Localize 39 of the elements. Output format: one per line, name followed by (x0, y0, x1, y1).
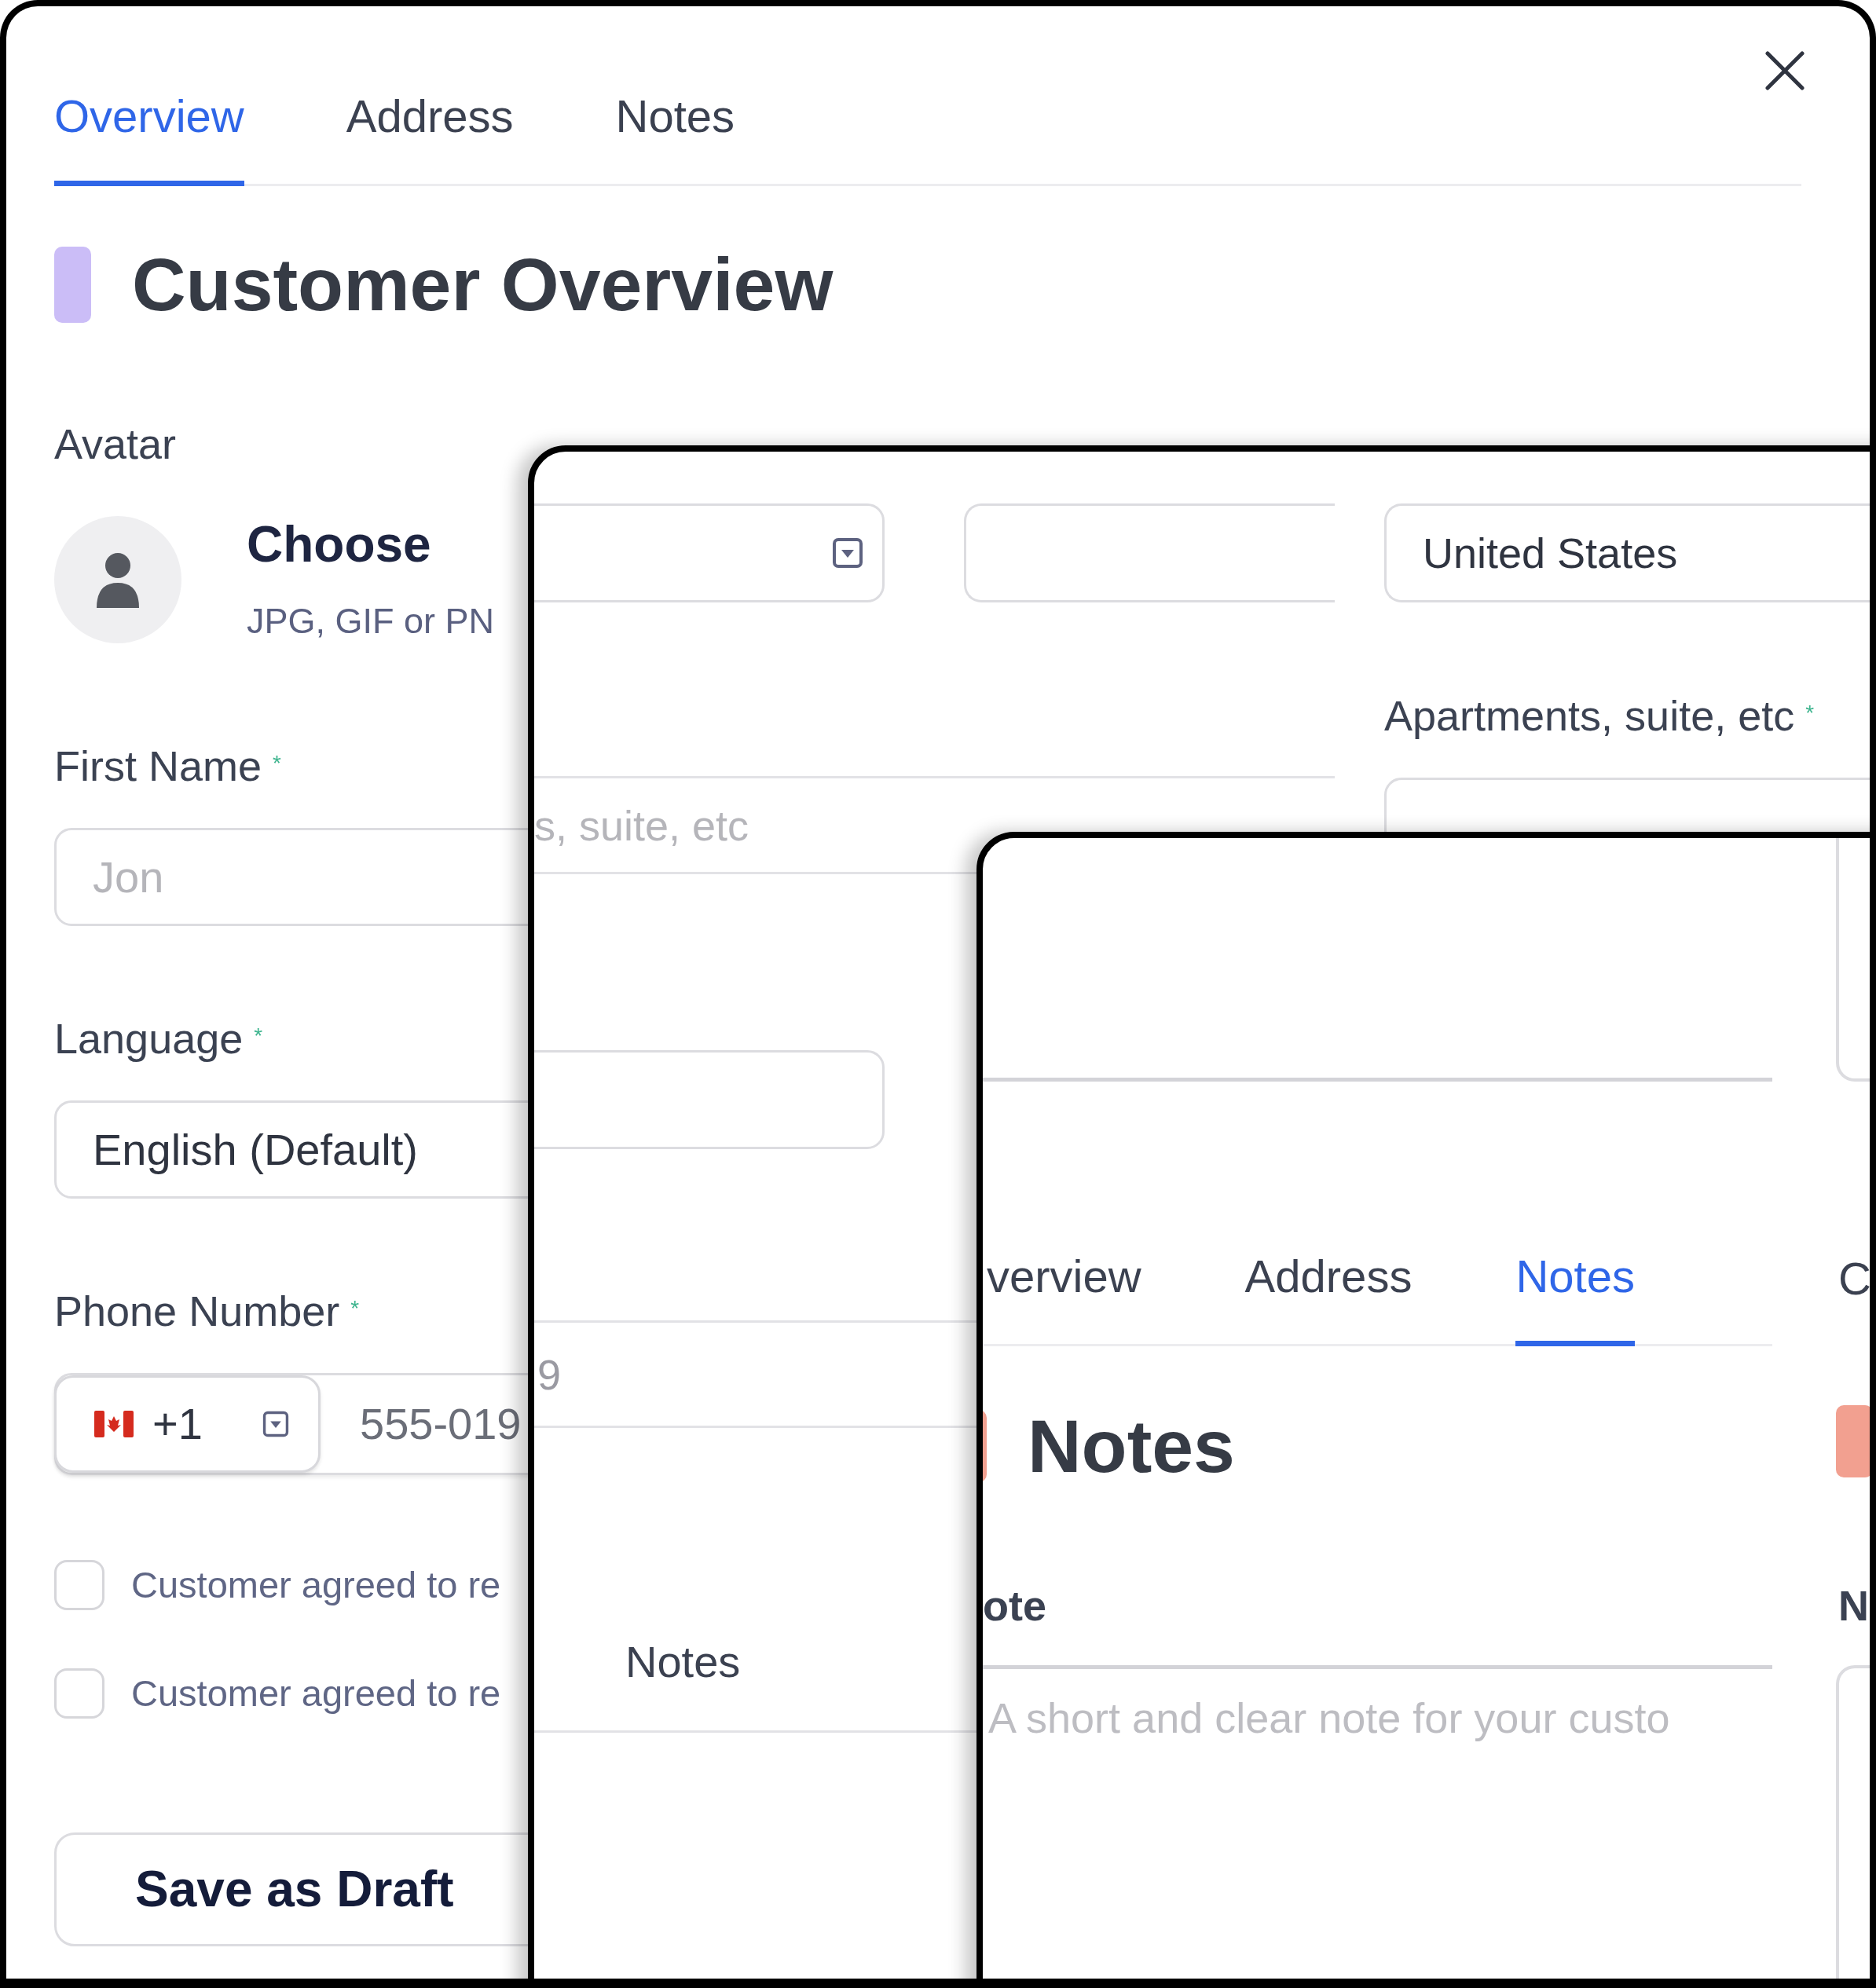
field-label: ote (983, 1580, 1046, 1630)
section-title: Customer Overview (132, 243, 834, 326)
choose-link[interactable]: Choose (247, 517, 495, 573)
field-label: First Name (54, 741, 262, 790)
tab[interactable]: verview (987, 1250, 1141, 1346)
close-icon[interactable] (1763, 49, 1807, 93)
country-code-select[interactable]: +1 (54, 1375, 321, 1473)
tab[interactable]: C (1838, 1253, 1870, 1349)
tab[interactable]: Notes (1515, 1250, 1635, 1346)
field-label: Phone Number (54, 1286, 340, 1335)
phone-number-field[interactable]: 555-019 (321, 1398, 792, 1450)
field-label: Language (54, 1013, 244, 1063)
tab[interactable]: Overview (54, 90, 244, 186)
field-label: N (1838, 1580, 1869, 1630)
required-mark: * (273, 752, 281, 774)
field-label: Avatar (54, 419, 177, 468)
required-mark: * (254, 1024, 263, 1047)
checkbox[interactable] (54, 1668, 104, 1719)
checkbox[interactable] (54, 1559, 104, 1610)
country-field[interactable]: United States (1384, 503, 1870, 602)
region-field[interactable] (964, 503, 1335, 602)
person-icon (95, 551, 141, 608)
file-type-hint: JPG, GIF or PN (247, 600, 495, 642)
select-field[interactable] (534, 503, 885, 602)
required-mark: * (350, 1297, 360, 1320)
tab[interactable]: Notes (615, 90, 735, 186)
tab[interactable]: Address (346, 90, 514, 186)
flag-icon (94, 1410, 134, 1437)
checkbox-label: Customer agreed to re (131, 1563, 501, 1607)
input-field[interactable] (534, 1050, 885, 1149)
checkbox-label: Customer agreed to re (131, 1671, 501, 1715)
dropdown-icon (832, 537, 863, 569)
list-item[interactable]: Notes (625, 1636, 741, 1687)
dropdown-icon (262, 1410, 289, 1437)
note-field[interactable]: A short and clear note for your custo (983, 1664, 1772, 1767)
section-title: Notes (1028, 1405, 1235, 1488)
tab[interactable]: Address (1244, 1250, 1412, 1346)
field-label: Apartments, suite, etc (1384, 691, 1795, 741)
required-mark: * (1805, 702, 1815, 724)
